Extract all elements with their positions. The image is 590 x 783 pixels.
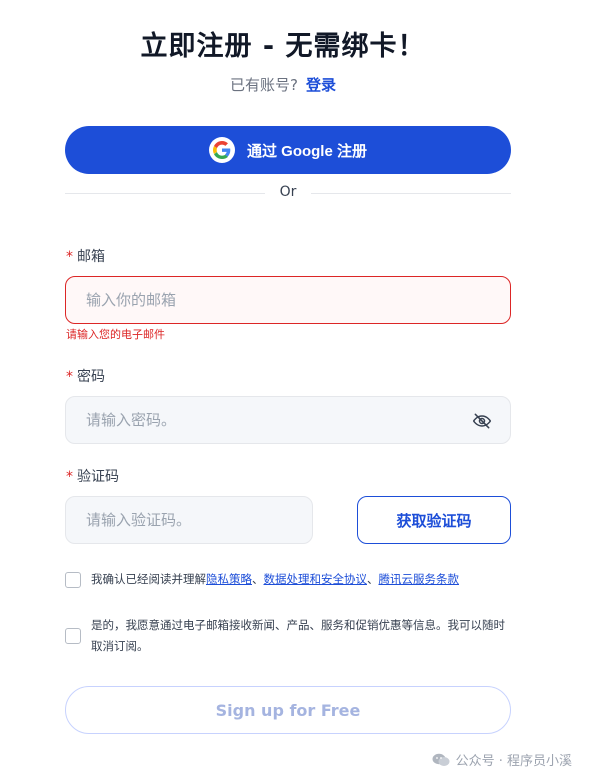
marketing-text: 是的，我愿意通过电子邮箱接收新闻、产品、服务和促销优惠等信息。我可以随时取消订阅…: [91, 618, 505, 653]
required-mark: *: [66, 249, 73, 265]
get-code-button[interactable]: 获取验证码: [357, 496, 511, 544]
signup-button[interactable]: Sign up for Free: [65, 686, 511, 734]
code-label-text: 验证码: [77, 469, 119, 485]
consent-checkbox[interactable]: [65, 572, 81, 588]
privacy-policy-link[interactable]: 隐私策略: [206, 572, 252, 586]
watermark: 公众号 · 程序员小溪: [432, 750, 572, 769]
or-divider: Or: [65, 184, 511, 204]
required-mark: *: [66, 469, 73, 485]
email-field: [65, 276, 511, 324]
code-label: * 验证码: [66, 466, 119, 486]
marketing-row: 是的，我愿意通过电子邮箱接收新闻、产品、服务和促销优惠等信息。我可以随时取消订阅…: [65, 615, 511, 657]
password-input[interactable]: [86, 411, 490, 429]
eye-off-icon[interactable]: [472, 411, 492, 431]
password-field: [65, 396, 511, 444]
wechat-icon: [432, 753, 450, 767]
consent-prefix: 我确认已经阅读并理解: [91, 572, 206, 586]
divider-line-right: [311, 193, 511, 194]
marketing-checkbox[interactable]: [65, 628, 81, 644]
consent-separator: 、: [367, 572, 379, 586]
data-processing-link[interactable]: 数据处理和安全协议: [264, 572, 368, 586]
tencent-terms-link[interactable]: 腾讯云服务条款: [379, 572, 460, 586]
watermark-text: 公众号 · 程序员小溪: [455, 754, 572, 769]
password-label-text: 密码: [77, 369, 105, 385]
email-input[interactable]: [86, 291, 490, 309]
google-signup-label: 通过 Google 注册: [246, 142, 367, 160]
google-signup-button[interactable]: 通过 Google 注册: [65, 126, 511, 174]
consent-text: 我确认已经阅读并理解隐私策略、数据处理和安全协议、腾讯云服务条款: [91, 569, 459, 590]
consent-separator: 、: [252, 572, 264, 586]
page-title: 立即注册 - 无需绑卡！: [140, 31, 426, 62]
code-input[interactable]: [86, 511, 292, 529]
required-mark: *: [66, 369, 73, 385]
email-error-text: 请输入您的电子邮件: [66, 328, 165, 341]
login-prompt: 已有账号? 登录: [0, 74, 566, 95]
email-label: * 邮箱: [66, 246, 105, 266]
password-label: * 密码: [66, 366, 105, 386]
signup-page: 立即注册 - 无需绑卡！ 已有账号? 登录 通过 Google 注册 Or * 邮箱…: [0, 0, 590, 783]
consent-row: 我确认已经阅读并理解隐私策略、数据处理和安全协议、腾讯云服务条款: [65, 569, 459, 590]
have-account-text: 已有账号?: [230, 76, 298, 94]
or-text: Or: [279, 184, 297, 200]
google-icon: [208, 137, 235, 163]
login-link[interactable]: 登录: [306, 76, 336, 94]
email-label-text: 邮箱: [77, 249, 105, 265]
code-field: [65, 496, 313, 544]
